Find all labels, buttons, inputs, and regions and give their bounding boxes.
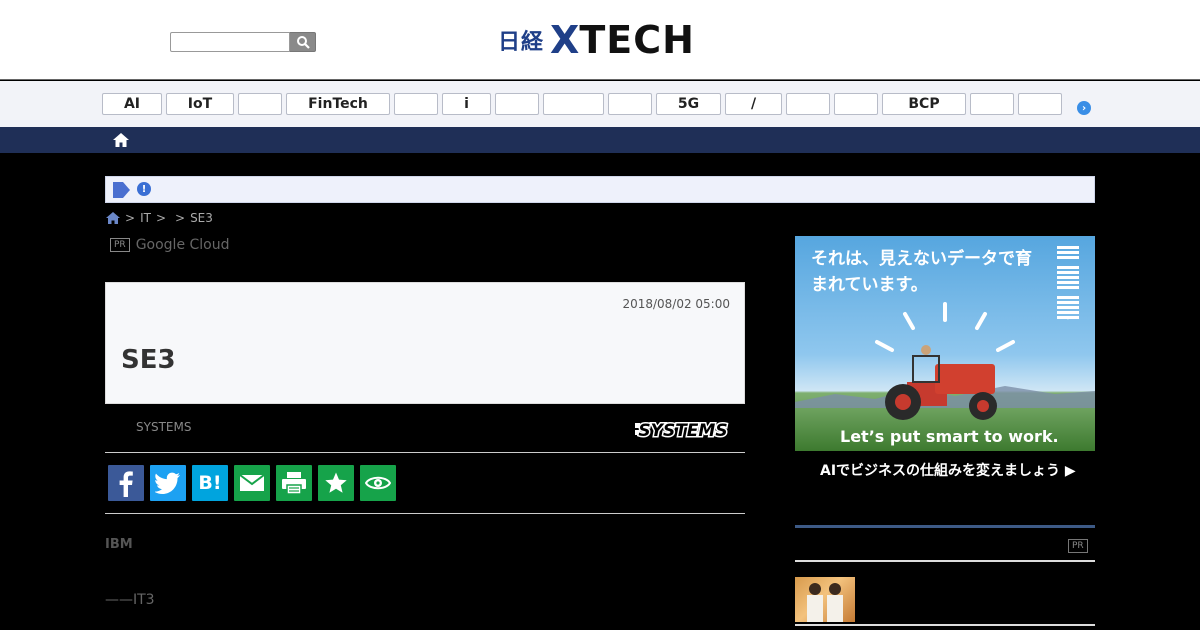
category-tab[interactable] bbox=[834, 93, 878, 115]
search-input[interactable] bbox=[170, 32, 290, 52]
twitter-icon bbox=[155, 472, 180, 494]
search-box bbox=[170, 32, 316, 52]
article-source: SYSTEMS SYSTEMS bbox=[105, 404, 745, 453]
category-tab[interactable] bbox=[970, 93, 1014, 115]
global-nav bbox=[0, 127, 1200, 153]
site-logo[interactable]: 日経 X TECH bbox=[498, 20, 695, 60]
watch-button[interactable] bbox=[360, 465, 396, 501]
category-tab[interactable]: BCP bbox=[882, 93, 966, 115]
article-date: 2018/08/02 05:00 bbox=[622, 297, 730, 311]
ibm-ad-banner[interactable]: それは、見えないデータで育まれています。 IBM Let’s put smart… bbox=[795, 236, 1095, 486]
facebook-icon bbox=[119, 471, 133, 497]
mail-icon bbox=[239, 474, 265, 491]
mail-share-button[interactable] bbox=[234, 465, 270, 501]
print-icon bbox=[282, 472, 306, 495]
category-tab[interactable] bbox=[608, 93, 652, 115]
star-icon bbox=[325, 472, 347, 493]
category-tab[interactable]: AI bbox=[102, 93, 162, 115]
breadcrumb-separator: > bbox=[125, 211, 136, 225]
category-tab[interactable] bbox=[495, 93, 539, 115]
hatena-icon: B! bbox=[198, 472, 222, 494]
alert-icon: ! bbox=[137, 182, 151, 196]
category-tab[interactable]: 5G bbox=[656, 93, 721, 115]
ad-slogan: Let’s put smart to work. bbox=[840, 427, 1059, 446]
bookmark-button[interactable] bbox=[318, 465, 354, 501]
pr-text: Google Cloud bbox=[135, 237, 230, 253]
pr-badge: PR bbox=[110, 238, 130, 252]
ibm-logo: IBM bbox=[1057, 246, 1079, 321]
sidebar-pr-badge: PR bbox=[1068, 539, 1088, 553]
source-logo[interactable]: SYSTEMS bbox=[635, 416, 729, 446]
category-tab[interactable] bbox=[1018, 93, 1062, 115]
category-tab[interactable]: i bbox=[442, 93, 491, 115]
search-icon bbox=[296, 36, 310, 49]
twitter-share-button[interactable] bbox=[150, 465, 186, 501]
pr-link[interactable]: PR Google Cloud bbox=[110, 237, 230, 253]
logo-x-text: X bbox=[550, 18, 580, 62]
breadcrumb: > IT > > SE3 bbox=[105, 211, 218, 225]
sidebar-thumbnail[interactable] bbox=[795, 577, 855, 622]
source-label: SYSTEMS bbox=[136, 420, 192, 434]
breadcrumb-separator: > bbox=[155, 211, 166, 225]
breadcrumb-current: SE3 bbox=[190, 211, 213, 225]
hatena-share-button[interactable]: B! bbox=[192, 465, 228, 501]
breadcrumb-separator: > bbox=[175, 211, 186, 225]
play-arrow-icon bbox=[113, 182, 130, 198]
sidebar-divider bbox=[795, 525, 1095, 528]
article-body-heading: IBM bbox=[105, 537, 133, 552]
category-tab[interactable]: / bbox=[725, 93, 782, 115]
svg-text:IBM: IBM bbox=[1067, 319, 1069, 321]
category-tab[interactable]: FinTech bbox=[286, 93, 390, 115]
share-buttons: B! bbox=[108, 465, 396, 501]
search-button[interactable] bbox=[290, 32, 316, 52]
article-title: SE3 bbox=[121, 345, 176, 375]
ad-cta-link[interactable]: AIでビジネスの仕組みを変えましょう ▶ bbox=[820, 460, 1076, 480]
facebook-share-button[interactable] bbox=[108, 465, 144, 501]
print-button[interactable] bbox=[276, 465, 312, 501]
category-bar: AI IoT FinTech i 5G / BCP › bbox=[0, 81, 1200, 127]
category-tab[interactable]: IoT bbox=[166, 93, 234, 115]
home-icon[interactable] bbox=[105, 211, 121, 225]
category-tab[interactable] bbox=[238, 93, 282, 115]
chevron-right-icon[interactable]: › bbox=[1077, 101, 1091, 115]
divider bbox=[105, 513, 745, 514]
sidebar-divider bbox=[795, 624, 1095, 626]
home-icon[interactable] bbox=[112, 131, 130, 149]
category-tab[interactable] bbox=[394, 93, 438, 115]
site-header: 日経 X TECH bbox=[0, 0, 1200, 80]
article-body-text: ——IT3 bbox=[105, 592, 155, 608]
breadcrumb-item[interactable]: IT bbox=[140, 211, 151, 225]
watch-icon bbox=[365, 476, 391, 490]
category-tab[interactable] bbox=[786, 93, 830, 115]
ad-image: それは、見えないデータで育まれています。 IBM Let’s put smart… bbox=[795, 236, 1095, 451]
category-tab[interactable] bbox=[543, 93, 604, 115]
notice-bar[interactable]: ! bbox=[105, 176, 1095, 203]
logo-jp-text: 日経 bbox=[498, 30, 545, 55]
logo-tech-text: TECH bbox=[579, 18, 695, 62]
source-logo-text: SYSTEMS bbox=[638, 421, 727, 441]
ad-headline: それは、見えないデータで育まれています。 bbox=[811, 249, 1032, 295]
sidebar-divider bbox=[795, 560, 1095, 562]
article-header: 2018/08/02 05:00 SE3 bbox=[105, 282, 745, 404]
